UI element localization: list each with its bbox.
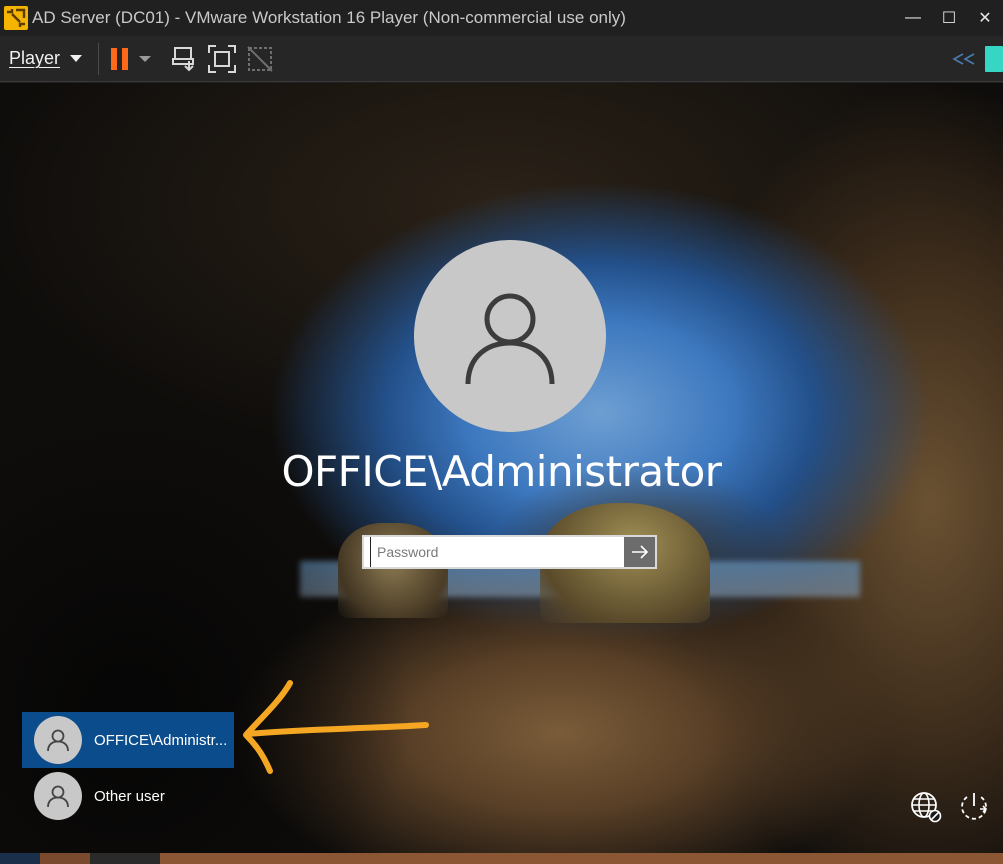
user-list-item-label: OFFICE\Administr...: [94, 731, 228, 749]
avatar: [34, 716, 82, 764]
collapse-icon[interactable]: [951, 52, 977, 66]
send-ctrl-alt-del-button[interactable]: [171, 43, 199, 75]
user-avatar: [414, 240, 606, 432]
player-dropdown-icon: [70, 55, 83, 62]
user-list-item-other-user[interactable]: Other user: [22, 768, 234, 824]
unity-button[interactable]: [245, 43, 275, 75]
minimize-button[interactable]: —: [895, 0, 931, 36]
user-icon: [465, 293, 555, 385]
fullscreen-button[interactable]: [207, 43, 237, 75]
vmware-toolbar: Player: [0, 36, 1003, 82]
user-list-item-administrator[interactable]: OFFICE\Administr...: [22, 712, 234, 768]
maximize-button[interactable]: ☐: [931, 0, 967, 36]
pause-button[interactable]: [109, 43, 152, 75]
network-button[interactable]: [909, 790, 943, 824]
avatar: [34, 772, 82, 820]
power-icon: [961, 793, 988, 820]
user-icon: [47, 785, 69, 808]
vm-display[interactable]: OFFICE\Administrator OFFICE\Administr...: [0, 83, 1003, 853]
toolbar-divider: [98, 42, 100, 75]
unity-icon: [247, 45, 273, 72]
network-icon: [911, 792, 942, 823]
close-button[interactable]: ✕: [967, 0, 1003, 36]
annotation-arrow: [243, 680, 429, 774]
send-ctrl-alt-del-icon: [172, 46, 195, 71]
user-list: OFFICE\Administr... Other user: [22, 712, 234, 824]
pause-icon: [111, 47, 129, 70]
power-options-dropdown-icon[interactable]: [139, 55, 152, 62]
title-bar: AD Server (DC01) - VMware Workstation 16…: [0, 0, 1003, 36]
lock-screen-corner-icons: [909, 790, 991, 824]
password-box: [362, 535, 657, 569]
vmware-logo-icon: [2, 4, 30, 32]
password-input[interactable]: [370, 537, 624, 567]
library-toggle-icon[interactable]: [985, 46, 1003, 72]
arrow-right-icon: [631, 545, 648, 559]
power-button[interactable]: [957, 790, 991, 824]
login-username: OFFICE\Administrator: [281, 447, 722, 496]
submit-button[interactable]: [624, 537, 655, 567]
fullscreen-icon: [208, 44, 237, 73]
player-menu[interactable]: Player: [9, 43, 83, 75]
player-menu-label: Player: [9, 48, 61, 68]
user-list-item-label: Other user: [94, 787, 165, 805]
user-icon: [47, 729, 69, 752]
window-title: AD Server (DC01) - VMware Workstation 16…: [32, 8, 626, 27]
host-taskbar-strip: [0, 853, 1003, 864]
